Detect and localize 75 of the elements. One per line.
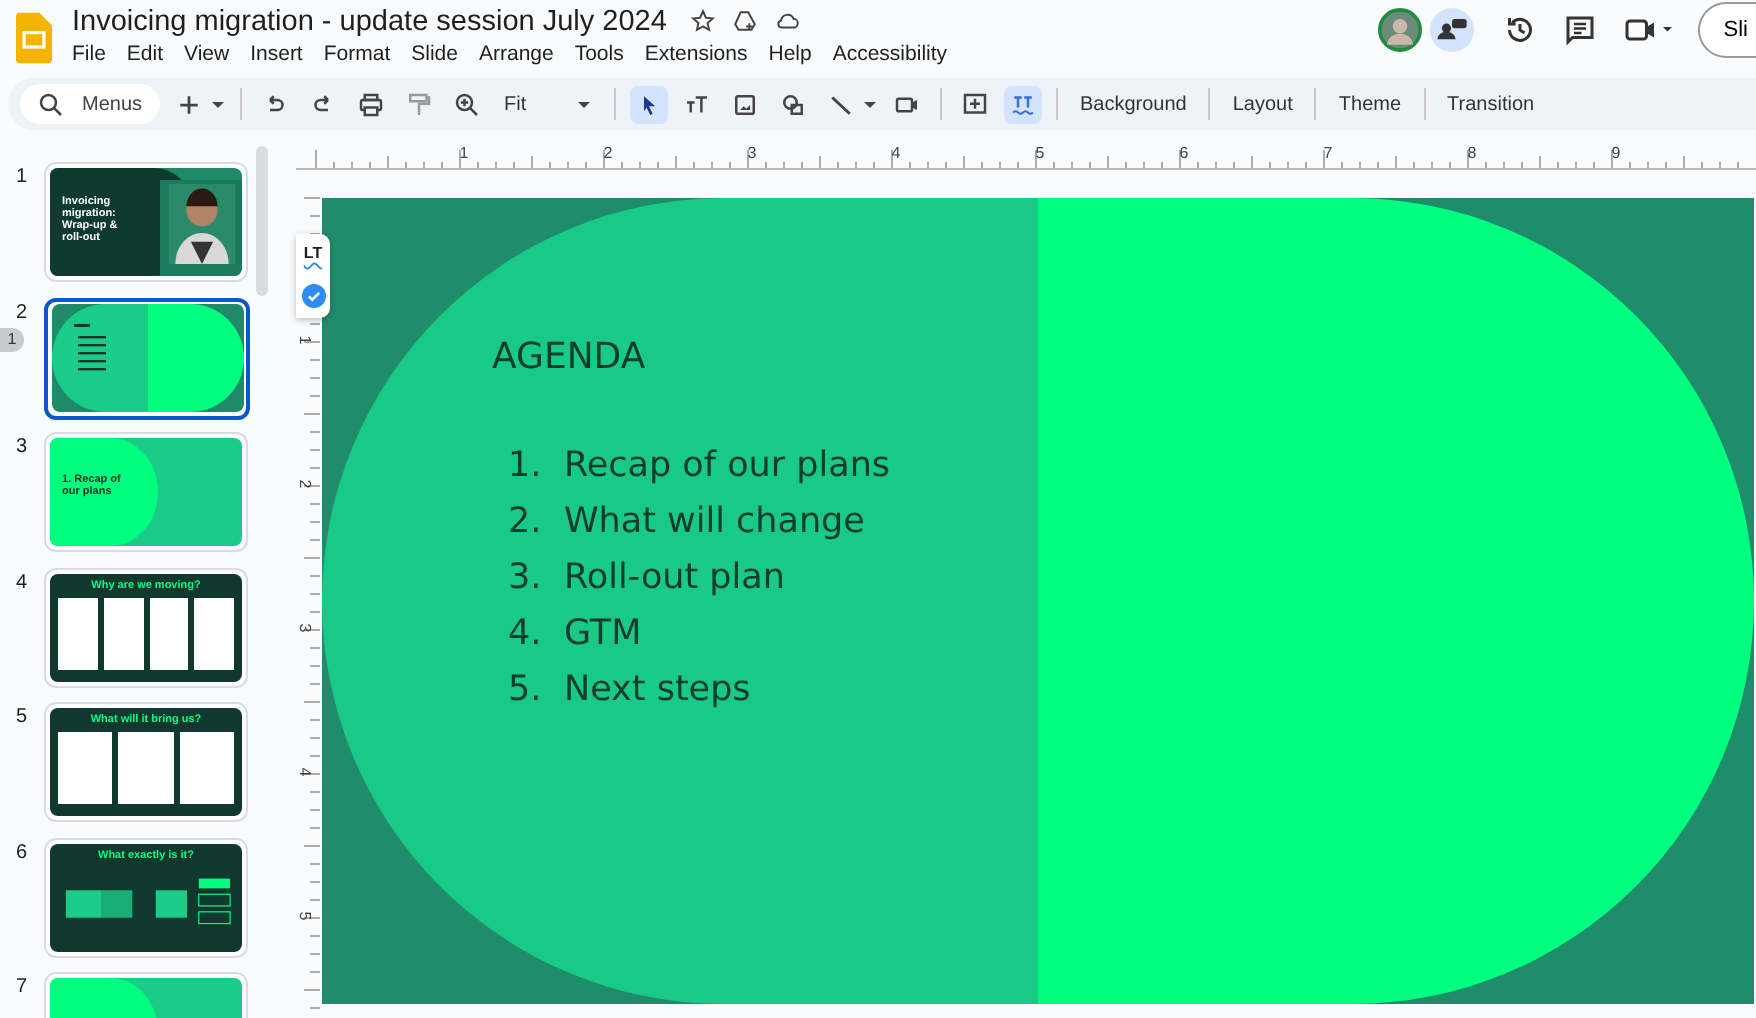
scrollbar[interactable] [256, 146, 268, 296]
menu-item[interactable]: View [184, 42, 230, 66]
caret-icon [576, 96, 592, 112]
slide-number: 6 [14, 841, 30, 863]
menu-item[interactable]: Edit [126, 42, 164, 66]
search-field[interactable]: Menus [20, 84, 160, 124]
agenda-item: What will change [564, 502, 865, 542]
ruler-number: 9 [1611, 144, 1621, 162]
ruler-number: 8 [1467, 144, 1477, 162]
spellcheck-icon[interactable] [1004, 85, 1042, 123]
ruler-number: 5 [296, 911, 314, 921]
card-preview [149, 597, 189, 669]
card-preview [179, 732, 234, 804]
ruler-number: 5 [1035, 144, 1045, 162]
slide-number: 3 [14, 436, 30, 458]
menu-item[interactable]: Slide [411, 42, 458, 66]
card-preview [194, 597, 234, 669]
ruler-number: 1 [296, 335, 314, 345]
menu-item[interactable]: Format [323, 42, 391, 66]
languagetool-logo: LT [303, 244, 323, 263]
menu-item[interactable]: Extensions [644, 42, 748, 66]
menu-item[interactable]: Accessibility [832, 42, 948, 66]
slide-number: 5 [14, 706, 30, 728]
agenda-item: Recap of our plans [564, 446, 891, 486]
toolbar-button[interactable]: Theme [1330, 93, 1410, 115]
avatar-icon[interactable] [1377, 8, 1422, 52]
list-number: 5. [508, 670, 544, 710]
drive-icon[interactable] [732, 8, 759, 34]
caret-icon[interactable] [210, 96, 226, 112]
ruler-number: 4 [296, 767, 314, 777]
card-preview [58, 732, 113, 804]
document-title[interactable]: Invoicing migration - update session July 2024 [72, 5, 667, 37]
comment-icon[interactable] [1561, 12, 1598, 48]
slide-heading: AGENDA [492, 336, 646, 378]
list-number: 1. [508, 446, 544, 486]
present-viewers-icon[interactable] [1429, 8, 1474, 52]
star-icon[interactable] [690, 8, 717, 34]
check-icon [301, 283, 325, 308]
toolbar-button[interactable]: Layout [1224, 93, 1301, 115]
slideshow-button[interactable]: Sli [1697, 2, 1756, 58]
menu-item[interactable]: Insert [250, 42, 303, 66]
slide-number: 2 [14, 301, 30, 323]
caret-icon[interactable] [862, 96, 878, 112]
slide-number: 7 [14, 976, 30, 998]
zoom-dropdown[interactable]: Fit [496, 93, 600, 115]
toolbar-button[interactable]: Transition [1439, 93, 1543, 115]
menu-item[interactable]: Arrange [478, 42, 554, 66]
agenda-item: Roll-out plan [564, 558, 785, 598]
slide-number: 1 [14, 166, 30, 188]
menu-item[interactable]: File [72, 42, 106, 66]
select-icon[interactable] [630, 85, 668, 123]
list-number: 3. [508, 558, 544, 598]
card-preview [118, 732, 174, 804]
card-preview [103, 597, 143, 669]
ruler-number: 7 [1323, 144, 1333, 162]
viewer-badge: 1 [0, 327, 24, 351]
ruler-number: 2 [296, 479, 314, 489]
languagetool-widget[interactable]: LT [296, 234, 330, 318]
card-preview [58, 597, 98, 669]
slide-canvas[interactable]: AGENDA 1. Recap of our plans 2. What will change 3. Roll-out plan 4. GTM 5. Next steps [322, 198, 1754, 1004]
agenda-item: Next steps [564, 670, 751, 710]
list-number: 2. [508, 502, 544, 542]
menu-item[interactable]: Tools [574, 42, 624, 66]
slide-number: 4 [14, 571, 30, 593]
ruler-number: 6 [1179, 144, 1189, 162]
agenda-item: GTM [564, 614, 642, 654]
toolbar-button[interactable]: Background [1072, 93, 1195, 115]
ruler-number: 3 [296, 623, 314, 633]
menu-item[interactable]: Help [768, 42, 812, 66]
ruler-number: 4 [891, 144, 901, 162]
ruler-number: 3 [747, 144, 757, 162]
cloud-icon[interactable] [774, 8, 801, 34]
list-number: 4. [508, 614, 544, 654]
ruler-number: 1 [459, 144, 469, 162]
ruler-number: 2 [603, 144, 613, 162]
